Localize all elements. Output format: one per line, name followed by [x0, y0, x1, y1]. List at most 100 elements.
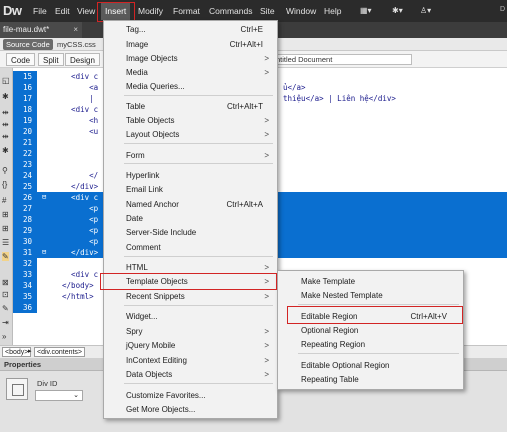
- menu-item-spry[interactable]: Spry >: [104, 325, 277, 339]
- apply-comment-icon[interactable]: ✎: [2, 252, 9, 261]
- line-number: 17: [13, 93, 37, 104]
- code-text: <div c: [53, 193, 99, 202]
- indent-icon[interactable]: ⇥: [2, 318, 9, 327]
- recent-snippets-icon[interactable]: ✎: [2, 304, 9, 313]
- tag-body[interactable]: <body>: [2, 347, 32, 357]
- syntax-error-icon[interactable]: ⊞: [2, 224, 9, 233]
- div-element-icon: [6, 378, 28, 400]
- menu-item-label: Email Link: [126, 185, 163, 194]
- code-text: <p: [53, 226, 99, 235]
- menu-item-label: Table: [126, 102, 146, 111]
- menu-item-make-nested-template[interactable]: Make Nested Template: [278, 289, 463, 303]
- menu-item-tag[interactable]: Tag... Ctrl+E: [104, 23, 277, 37]
- user-icon[interactable]: ♙▾: [420, 6, 431, 15]
- menu-separator: [124, 143, 273, 144]
- menu-item-data-objects[interactable]: Data Objects >: [104, 368, 277, 382]
- close-icon[interactable]: ×: [73, 22, 78, 38]
- menu-item-jquery-mobile[interactable]: jQuery Mobile >: [104, 339, 277, 353]
- menu-item-table[interactable]: Table Ctrl+Alt+T: [104, 100, 277, 114]
- menu-item-repeating-table[interactable]: Repeating Table: [278, 373, 463, 387]
- menu-commands[interactable]: Commands: [209, 6, 252, 16]
- menu-site[interactable]: Site: [260, 6, 275, 16]
- highlight-invalid-icon[interactable]: ⊞: [2, 210, 9, 219]
- menu-item-named-anchor[interactable]: Named Anchor Ctrl+Alt+A: [104, 198, 277, 212]
- menu-view[interactable]: View: [77, 6, 95, 16]
- wrap-tag-icon[interactable]: ⊡: [2, 290, 9, 299]
- menu-window[interactable]: Window: [286, 6, 316, 16]
- css-file-link[interactable]: myCSS.css: [57, 39, 96, 50]
- menu-item-label: Media: [126, 68, 148, 77]
- braces-icon[interactable]: {}: [2, 180, 7, 189]
- menu-item-comment[interactable]: Comment: [104, 241, 277, 255]
- fold-icon[interactable]: ⊟: [42, 247, 49, 258]
- menu-item-hyperlink[interactable]: Hyperlink: [104, 169, 277, 183]
- code-text-tail: thiệu</a> | Liên hệ</div>: [283, 94, 396, 103]
- menu-item-form[interactable]: Form >: [104, 149, 277, 163]
- remove-comment-icon[interactable]: ⊠: [2, 278, 9, 287]
- menu-item-image[interactable]: Image Ctrl+Alt+I: [104, 38, 277, 52]
- menu-item-editable-optional-region[interactable]: Editable Optional Region: [278, 359, 463, 373]
- submenu-arrow-icon: >: [264, 327, 269, 336]
- line-number: 23: [13, 159, 37, 170]
- gear-icon[interactable]: ✱▾: [392, 6, 403, 15]
- menu-item-label: Editable Region: [301, 312, 358, 321]
- menu-item-customize-favorites[interactable]: Customize Favorites...: [104, 389, 277, 403]
- open-documents-icon[interactable]: ◱: [2, 76, 10, 85]
- menu-item-email-link[interactable]: Email Link: [104, 183, 277, 197]
- menu-item-make-template[interactable]: Make Template: [278, 275, 463, 289]
- menu-bar: Dw File Edit View Insert Modify Format C…: [0, 0, 507, 22]
- menu-edit[interactable]: Edit: [55, 6, 70, 16]
- source-code-button[interactable]: Source Code: [3, 39, 53, 50]
- menu-item-widget[interactable]: Widget...: [104, 310, 277, 324]
- menu-item-label: jQuery Mobile: [126, 341, 176, 350]
- layout-icon[interactable]: ▦▾: [360, 6, 372, 15]
- menu-item-label: Customize Favorites...: [126, 391, 206, 400]
- menu-item-table-objects[interactable]: Table Objects >: [104, 114, 277, 128]
- menu-item-image-objects[interactable]: Image Objects >: [104, 52, 277, 66]
- show-code-navigator-icon[interactable]: ✱: [2, 92, 9, 101]
- menu-file[interactable]: File: [33, 6, 47, 16]
- menu-item-repeating-region[interactable]: Repeating Region: [278, 338, 463, 352]
- collapse-full-tag-icon[interactable]: ⇹: [2, 108, 9, 117]
- fold-icon[interactable]: ⊟: [42, 192, 49, 203]
- menu-item-html[interactable]: HTML >: [104, 261, 277, 275]
- menu-item-server-side-include[interactable]: Server-Side Include: [104, 226, 277, 240]
- code-text: <div c: [53, 270, 99, 279]
- menu-item-optional-region[interactable]: Optional Region: [278, 324, 463, 338]
- split-view-button[interactable]: Split: [38, 53, 64, 66]
- collapse-selection-icon[interactable]: ⇹: [2, 120, 9, 129]
- div-id-select[interactable]: ⌄: [35, 390, 83, 401]
- design-view-button[interactable]: Design: [65, 53, 100, 66]
- document-tab[interactable]: file-mau.dwt* ×: [0, 22, 82, 38]
- menu-item-media-queries[interactable]: Media Queries...: [104, 80, 277, 94]
- line-number: 31: [13, 247, 37, 258]
- menu-item-get-more-objects[interactable]: Get More Objects...: [104, 403, 277, 417]
- menu-item-incontext-editing[interactable]: InContext Editing >: [104, 354, 277, 368]
- expand-all-icon[interactable]: ⇹: [2, 132, 9, 141]
- tag-separator: ▸: [28, 348, 32, 355]
- menu-format[interactable]: Format: [173, 6, 200, 16]
- balance-braces-icon[interactable]: ⚲: [2, 166, 8, 175]
- menu-item-recent-snippets[interactable]: Recent Snippets >: [104, 290, 277, 304]
- document-title-input[interactable]: ntitled Document: [272, 54, 412, 65]
- line-number: 21: [13, 137, 37, 148]
- line-numbers-icon[interactable]: #: [2, 196, 6, 205]
- select-parent-tag-icon[interactable]: ✱: [2, 146, 9, 155]
- menu-item-date[interactable]: Date: [104, 212, 277, 226]
- menu-item-template-objects[interactable]: Template Objects >: [104, 275, 277, 289]
- menu-item-media[interactable]: Media >: [104, 66, 277, 80]
- coding-toolbar: ◱ ✱ ⇹ ⇹ ⇹ ✱ ⚲ {} # ⊞ ⊞ ☰ ✎ ⊠ ⊡ ✎ ⇥ »: [0, 68, 13, 345]
- word-wrap-icon[interactable]: ☰: [2, 238, 9, 247]
- insert-menu-dropdown: Tag... Ctrl+E Image Ctrl+Alt+I Image Objects…: [103, 20, 278, 419]
- menu-item-label: Repeating Table: [301, 375, 359, 384]
- chevron-down-icon[interactable]: »: [2, 332, 6, 341]
- line-number: 29: [13, 225, 37, 236]
- tag-div-contents[interactable]: <div.contents>: [34, 347, 86, 357]
- menu-item-editable-region[interactable]: Editable Region Ctrl+Alt+V: [278, 310, 463, 324]
- line-number: 20: [13, 126, 37, 137]
- menu-help[interactable]: Help: [324, 6, 341, 16]
- code-view-button[interactable]: Code: [6, 53, 36, 66]
- menu-item-layout-objects[interactable]: Layout Objects >: [104, 128, 277, 142]
- menu-insert[interactable]: Insert: [101, 2, 131, 20]
- menu-modify[interactable]: Modify: [138, 6, 163, 16]
